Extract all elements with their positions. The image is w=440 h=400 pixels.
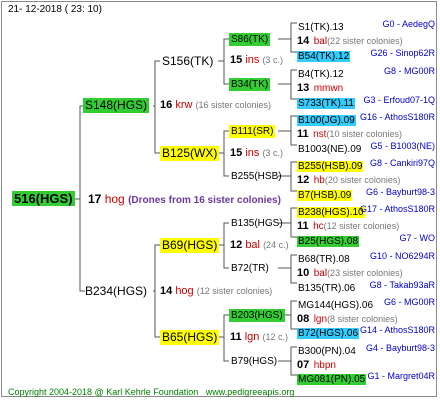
gen4-queen: B54(TK).12: [297, 51, 351, 62]
gen2-node-1: B125(WX): [160, 146, 220, 161]
gen4-lineage-code: G10 - NO6294R: [369, 251, 435, 261]
gen2-node-3: B65(HGS): [160, 330, 220, 345]
gen2-drone-count-3: 11: [230, 331, 242, 343]
gen4-lineage-code: G4 - Bayburt98-3: [365, 343, 435, 353]
gen3-node-7: B79(HGS): [231, 356, 278, 367]
gen2-node-0: S156(TK): [162, 54, 214, 68]
gen1-node-1: B234(HGS): [85, 284, 148, 298]
gen4-queen: MG081(PN).05: [297, 374, 367, 385]
gen4-lineage-code: G1 - Margret04R: [367, 371, 435, 381]
gen4-lineage-code: G7 - WO: [399, 233, 436, 243]
gen4-lineage-code: G5 - B1003(NE): [370, 141, 435, 151]
gen4-lineage-code: G6 - MG00R: [383, 297, 435, 307]
gen4-lineage-code: G14 - AthosS180R: [359, 325, 435, 335]
gen2-drone-info-2: 12 bal (24 c.): [230, 239, 289, 251]
gen1-drone-note-0: (16 sister colonies): [195, 100, 272, 110]
gen4-lineage-code: G16 - AthosS180R: [359, 112, 435, 122]
gen1-drone-word-1: hog: [175, 285, 194, 297]
root-drone-word: hog: [104, 192, 125, 206]
root-queen: 516(HGS): [12, 191, 75, 206]
gen4-row: B7(HSB).09 G6 - Bayburt98-3: [297, 185, 437, 203]
gen4-drone-note: (12 sister colonies): [323, 221, 400, 231]
gen2-drone-note-1: (3 c.): [262, 148, 283, 158]
gen2-drone-word-1: ins: [245, 147, 260, 159]
gen4-queen: S733(TK).11: [297, 98, 355, 109]
gen2-drone-info-1: 15 ins (3 c.): [230, 147, 283, 159]
gen1-drone-word-0: krw: [175, 99, 193, 111]
gen4-row: MG081(PN).05 G1 - Margret04R: [297, 369, 437, 387]
gen2-drone-word-3: lgn: [244, 331, 260, 343]
gen4-lineage-code: G3 - Erfoud07-1Q: [363, 95, 435, 105]
gen4-lineage-code: G8 - Cankiri97Q: [369, 158, 435, 168]
gen4-row: B135(TR).06 G8 - Takab93aR: [297, 278, 437, 296]
gen4-queen: B7(HSB).09: [297, 190, 353, 201]
footer-copyright: Copyright 2004-2018 @ Karl Kehrle Founda…: [8, 386, 294, 398]
gen1-drone-count-1: 14: [160, 285, 173, 297]
gen3-node-4: B135(HGS): [231, 218, 283, 229]
gen4-lineage-code: G0 - AedegQ: [382, 19, 435, 29]
gen4-drone-note: (20 sister colonies): [324, 175, 401, 185]
copyright-text: Copyright 2004-2018 @ Karl Kehrle Founda…: [8, 387, 199, 397]
gen4-row: B54(TK).12 G26 - Sinop62R: [297, 46, 437, 64]
gen2-drone-count-0: 15: [230, 54, 243, 66]
gen4-row: B1003(NE).09 G5 - B1003(NE): [297, 139, 437, 157]
gen4-row: B25(HGS).08 G7 - WO: [297, 231, 437, 249]
gen4-drone-note: (23 sister colonies): [327, 268, 403, 278]
gen2-drone-info-3: 11 lgn (12 c.): [230, 331, 288, 343]
gen3-node-0: S86(TK): [229, 33, 271, 46]
gen4-lineage-code: G8 - MG00R: [383, 66, 435, 76]
gen2-drone-note-0: (3 c.): [262, 55, 283, 65]
gen4-queen: B135(TR).06: [298, 283, 356, 294]
gen2-drone-word-2: bal: [245, 239, 260, 251]
gen1-node-0: S148(HGS): [83, 98, 150, 113]
gen4-queen: B25(HGS).08: [297, 236, 360, 247]
gen2-drone-info-0: 15 ins (3 c.): [230, 54, 283, 66]
gen1-drone-count-0: 16: [160, 99, 173, 111]
gen4-drone-note: (22 sister colonies): [327, 36, 403, 46]
root-drone-count: 17: [88, 192, 102, 206]
gen3-node-1: B34(TK): [229, 78, 271, 91]
gen4-lineage-code: G17 - AthosS180R: [359, 204, 435, 214]
gen2-drone-count-1: 15: [230, 147, 243, 159]
gen2-node-2: B69(HGS): [160, 238, 220, 253]
gen2-drone-count-2: 12: [230, 239, 243, 251]
gen2-drone-note-3: (12 c.): [262, 332, 288, 342]
gen4-row: S733(TK).11 G3 - Erfoud07-1Q: [297, 93, 437, 111]
gen1-drone-info-1: 14 hog (12 sister colonies): [160, 285, 272, 297]
gen3-node-3: B255(HSB): [231, 171, 282, 182]
site-link[interactable]: www.pedigreeapis.org: [206, 387, 295, 397]
gen3-node-5: B72(TR): [231, 263, 269, 274]
gen4-queen: B72(HGS).06: [297, 328, 360, 339]
gen1-drone-info-0: 16 krw (16 sister colonies): [160, 99, 271, 111]
gen4-lineage-code: G6 - Bayburt98-3: [365, 187, 435, 197]
date-stamp: 21- 12-2018 ( 23: 10): [8, 4, 102, 15]
gen4-row: B72(HGS).06 G14 - AthosS180R: [297, 323, 437, 341]
gen4-lineage-code: G26 - Sinop62R: [370, 48, 435, 58]
root-drone-info: 17 hog (Drones from 16 sister colonies): [88, 192, 281, 206]
gen3-node-6: B203(HGS): [229, 309, 285, 322]
gen4-drone-note: (10 sister colonies): [326, 129, 402, 139]
gen2-drone-note-2: (24 c.): [263, 240, 289, 250]
gen1-drone-note-1: (12 sister colonies): [196, 286, 273, 296]
gen2-drone-word-0: ins: [245, 54, 260, 66]
gen4-lineage-code: G8 - Takab93aR: [369, 280, 435, 290]
gen4-queen: B1003(NE).09: [298, 144, 362, 155]
root-drone-note: (Drones from 16 sister colonies): [128, 195, 281, 206]
gen3-node-2: B111(SR): [229, 125, 276, 138]
